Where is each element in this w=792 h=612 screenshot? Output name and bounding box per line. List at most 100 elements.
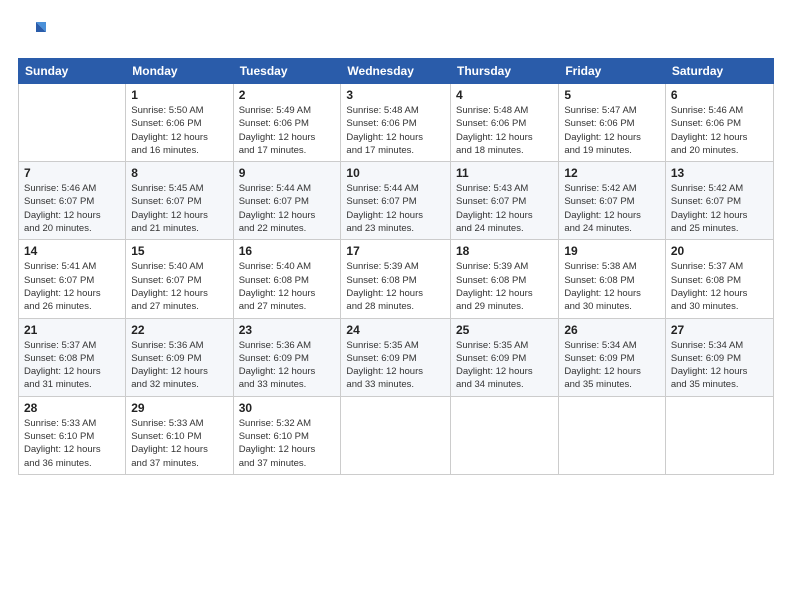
calendar-cell: 29 Sunrise: 5:33 AMSunset: 6:10 PMDayligh…	[126, 396, 233, 474]
calendar-cell: 19 Sunrise: 5:38 AMSunset: 6:08 PMDayligh…	[559, 240, 666, 318]
day-info: Sunrise: 5:40 AMSunset: 6:07 PMDaylight:…	[131, 260, 227, 313]
day-number: 20	[671, 244, 768, 258]
day-number: 19	[564, 244, 660, 258]
calendar-cell: 21 Sunrise: 5:37 AMSunset: 6:08 PMDayligh…	[19, 318, 126, 396]
day-info: Sunrise: 5:35 AMSunset: 6:09 PMDaylight:…	[456, 339, 553, 392]
calendar-cell: 2 Sunrise: 5:49 AMSunset: 6:06 PMDaylight…	[233, 84, 341, 162]
day-info: Sunrise: 5:38 AMSunset: 6:08 PMDaylight:…	[564, 260, 660, 313]
calendar-cell: 12Sunrise: 5:42 AMSunset: 6:07 PMDayligh…	[559, 162, 666, 240]
day-number: 10	[346, 166, 445, 180]
day-info: Sunrise: 5:40 AMSunset: 6:08 PMDaylight:…	[239, 260, 336, 313]
weekday-header-row: SundayMondayTuesdayWednesdayThursdayFrid…	[19, 59, 774, 84]
day-info: Sunrise: 5:39 AMSunset: 6:08 PMDaylight:…	[346, 260, 445, 313]
day-info: Sunrise: 5:49 AMSunset: 6:06 PMDaylight:…	[239, 104, 336, 157]
week-row-4: 21 Sunrise: 5:37 AMSunset: 6:08 PMDayligh…	[19, 318, 774, 396]
calendar-cell: 16 Sunrise: 5:40 AMSunset: 6:08 PMDayligh…	[233, 240, 341, 318]
day-number: 7	[24, 166, 120, 180]
day-info: Sunrise: 5:45 AMSunset: 6:07 PMDaylight:…	[131, 182, 227, 235]
day-info: Sunrise: 5:35 AMSunset: 6:09 PMDaylight:…	[346, 339, 445, 392]
weekday-header-wednesday: Wednesday	[341, 59, 451, 84]
day-info: Sunrise: 5:34 AMSunset: 6:09 PMDaylight:…	[564, 339, 660, 392]
header	[18, 18, 774, 48]
day-number: 14	[24, 244, 120, 258]
day-info: Sunrise: 5:44 AMSunset: 6:07 PMDaylight:…	[346, 182, 445, 235]
day-number: 5	[564, 88, 660, 102]
day-info: Sunrise: 5:34 AMSunset: 6:09 PMDaylight:…	[671, 339, 768, 392]
day-info: Sunrise: 5:48 AMSunset: 6:06 PMDaylight:…	[456, 104, 553, 157]
day-number: 17	[346, 244, 445, 258]
calendar-cell: 24 Sunrise: 5:35 AMSunset: 6:09 PMDayligh…	[341, 318, 451, 396]
day-number: 3	[346, 88, 445, 102]
day-number: 13	[671, 166, 768, 180]
weekday-header-friday: Friday	[559, 59, 666, 84]
day-number: 22	[131, 323, 227, 337]
logo-icon	[18, 18, 48, 48]
day-info: Sunrise: 5:43 AMSunset: 6:07 PMDaylight:…	[456, 182, 553, 235]
day-info: Sunrise: 5:36 AMSunset: 6:09 PMDaylight:…	[131, 339, 227, 392]
day-number: 21	[24, 323, 120, 337]
calendar-cell: 7Sunrise: 5:46 AMSunset: 6:07 PMDaylight…	[19, 162, 126, 240]
day-info: Sunrise: 5:33 AMSunset: 6:10 PMDaylight:…	[131, 417, 227, 470]
calendar-cell	[19, 84, 126, 162]
day-number: 25	[456, 323, 553, 337]
calendar-cell: 15 Sunrise: 5:40 AMSunset: 6:07 PMDayligh…	[126, 240, 233, 318]
day-number: 6	[671, 88, 768, 102]
calendar-cell: 5 Sunrise: 5:47 AMSunset: 6:06 PMDaylight…	[559, 84, 666, 162]
calendar-cell: 4 Sunrise: 5:48 AMSunset: 6:06 PMDaylight…	[451, 84, 559, 162]
week-row-3: 14 Sunrise: 5:41 AMSunset: 6:07 PMDayligh…	[19, 240, 774, 318]
day-number: 8	[131, 166, 227, 180]
calendar-cell: 20Sunrise: 5:37 AMSunset: 6:08 PMDayligh…	[665, 240, 773, 318]
calendar-cell: 9 Sunrise: 5:44 AMSunset: 6:07 PMDaylight…	[233, 162, 341, 240]
week-row-5: 28Sunrise: 5:33 AMSunset: 6:10 PMDayligh…	[19, 396, 774, 474]
day-number: 27	[671, 323, 768, 337]
week-row-2: 7Sunrise: 5:46 AMSunset: 6:07 PMDaylight…	[19, 162, 774, 240]
weekday-header-thursday: Thursday	[451, 59, 559, 84]
day-number: 2	[239, 88, 336, 102]
weekday-header-sunday: Sunday	[19, 59, 126, 84]
weekday-header-saturday: Saturday	[665, 59, 773, 84]
calendar-cell	[559, 396, 666, 474]
day-info: Sunrise: 5:44 AMSunset: 6:07 PMDaylight:…	[239, 182, 336, 235]
day-info: Sunrise: 5:32 AMSunset: 6:10 PMDaylight:…	[239, 417, 336, 470]
day-info: Sunrise: 5:37 AMSunset: 6:08 PMDaylight:…	[24, 339, 120, 392]
day-number: 30	[239, 401, 336, 415]
day-info: Sunrise: 5:46 AMSunset: 6:06 PMDaylight:…	[671, 104, 768, 157]
calendar-cell: 11 Sunrise: 5:43 AMSunset: 6:07 PMDayligh…	[451, 162, 559, 240]
day-info: Sunrise: 5:41 AMSunset: 6:07 PMDaylight:…	[24, 260, 120, 313]
day-info: Sunrise: 5:50 AMSunset: 6:06 PMDaylight:…	[131, 104, 227, 157]
day-info: Sunrise: 5:33 AMSunset: 6:10 PMDaylight:…	[24, 417, 120, 470]
day-number: 1	[131, 88, 227, 102]
day-number: 12	[564, 166, 660, 180]
day-info: Sunrise: 5:48 AMSunset: 6:06 PMDaylight:…	[346, 104, 445, 157]
day-number: 4	[456, 88, 553, 102]
day-number: 23	[239, 323, 336, 337]
page: SundayMondayTuesdayWednesdayThursdayFrid…	[0, 0, 792, 612]
day-info: Sunrise: 5:39 AMSunset: 6:08 PMDaylight:…	[456, 260, 553, 313]
calendar-cell: 23 Sunrise: 5:36 AMSunset: 6:09 PMDayligh…	[233, 318, 341, 396]
day-info: Sunrise: 5:42 AMSunset: 6:07 PMDaylight:…	[671, 182, 768, 235]
calendar-cell: 22 Sunrise: 5:36 AMSunset: 6:09 PMDayligh…	[126, 318, 233, 396]
day-number: 29	[131, 401, 227, 415]
weekday-header-tuesday: Tuesday	[233, 59, 341, 84]
day-number: 24	[346, 323, 445, 337]
day-number: 11	[456, 166, 553, 180]
calendar-cell: 27 Sunrise: 5:34 AMSunset: 6:09 PMDayligh…	[665, 318, 773, 396]
calendar-cell	[451, 396, 559, 474]
day-info: Sunrise: 5:36 AMSunset: 6:09 PMDaylight:…	[239, 339, 336, 392]
day-number: 18	[456, 244, 553, 258]
day-number: 16	[239, 244, 336, 258]
calendar-cell: 26Sunrise: 5:34 AMSunset: 6:09 PMDayligh…	[559, 318, 666, 396]
calendar-cell: 30 Sunrise: 5:32 AMSunset: 6:10 PMDayligh…	[233, 396, 341, 474]
calendar-cell: 17 Sunrise: 5:39 AMSunset: 6:08 PMDayligh…	[341, 240, 451, 318]
calendar-cell: 28Sunrise: 5:33 AMSunset: 6:10 PMDayligh…	[19, 396, 126, 474]
day-number: 9	[239, 166, 336, 180]
calendar-table: SundayMondayTuesdayWednesdayThursdayFrid…	[18, 58, 774, 475]
calendar-cell: 25 Sunrise: 5:35 AMSunset: 6:09 PMDayligh…	[451, 318, 559, 396]
calendar-cell: 8 Sunrise: 5:45 AMSunset: 6:07 PMDaylight…	[126, 162, 233, 240]
calendar-cell: 14 Sunrise: 5:41 AMSunset: 6:07 PMDayligh…	[19, 240, 126, 318]
calendar-cell: 10 Sunrise: 5:44 AMSunset: 6:07 PMDayligh…	[341, 162, 451, 240]
calendar-cell: 1 Sunrise: 5:50 AMSunset: 6:06 PMDaylight…	[126, 84, 233, 162]
calendar-cell	[341, 396, 451, 474]
day-number: 15	[131, 244, 227, 258]
day-info: Sunrise: 5:47 AMSunset: 6:06 PMDaylight:…	[564, 104, 660, 157]
